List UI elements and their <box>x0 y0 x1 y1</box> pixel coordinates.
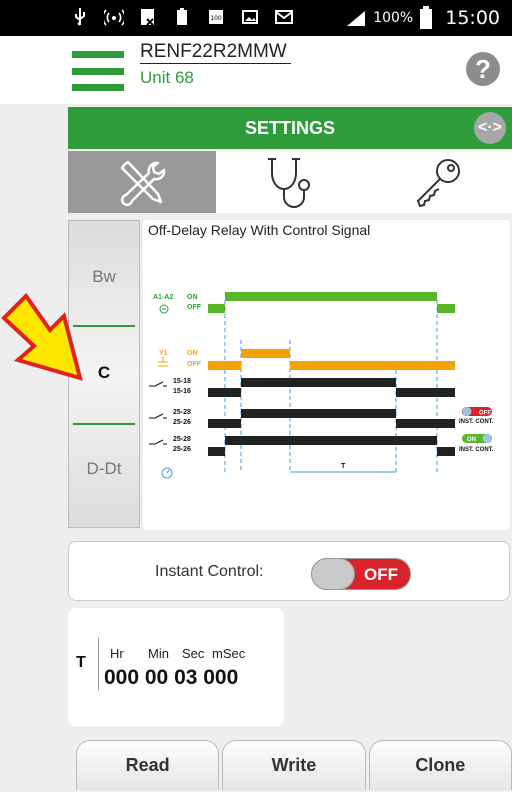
tools-icon <box>120 160 166 207</box>
inst-cont-on-badge: ON INST. CONT. <box>459 434 494 453</box>
usb-icon <box>70 7 90 27</box>
contact-icon <box>149 413 167 419</box>
label-c2-top: 25-28 <box>173 409 191 416</box>
help-button[interactable]: ? <box>466 52 500 86</box>
mode-bw[interactable]: Bw <box>69 267 139 287</box>
unit-min: Min <box>148 646 169 661</box>
clock: 15:00 <box>445 7 500 29</box>
label-y1-on: ON <box>187 350 198 357</box>
pointer-arrow-icon <box>1 292 83 381</box>
timer-clock-icon <box>161 467 173 479</box>
svg-text:T: T <box>341 463 346 470</box>
label-c1-top: 15-18 <box>173 378 191 385</box>
read-button[interactable]: Read <box>76 740 220 790</box>
label-a1a2-off: OFF <box>187 304 202 311</box>
label-y1-off: OFF <box>187 361 202 368</box>
label-a1a2: A1-A2 <box>153 294 173 301</box>
tab-security[interactable] <box>364 151 512 213</box>
instant-control-toggle[interactable]: OFF <box>311 558 411 590</box>
timer-label: T <box>76 654 86 671</box>
signal-icon <box>347 11 366 26</box>
sim-icon <box>138 7 158 27</box>
timer-card[interactable]: T Hr Min Sec mSec 000 00 03 000 <box>68 608 284 726</box>
timing-diagram: Off-Delay Relay With Control Signal A1-A… <box>143 220 510 530</box>
settings-title: SETTINGS <box>244 118 335 138</box>
label-y1: Y1 <box>159 350 168 357</box>
svg-text:OFF: OFF <box>479 411 491 417</box>
tab-settings[interactable] <box>68 151 216 213</box>
tab-diagnostics[interactable] <box>216 151 364 213</box>
time-dimension: T <box>290 463 396 473</box>
label-a1a2-on: ON <box>187 294 198 301</box>
instant-control-label: Instant Control: <box>155 563 264 580</box>
timer-value[interactable]: 000 00 03 000 <box>104 666 238 690</box>
unit-sec: Sec <box>182 646 205 661</box>
timer-divider <box>98 638 99 690</box>
menu-icon[interactable] <box>72 51 124 91</box>
inst-cont-off-badge: OFF INST. CONT. <box>459 407 494 425</box>
app-header: RENF22R2MMW Unit 68 ? <box>0 36 512 104</box>
label-c2-bot: 25-26 <box>173 419 191 426</box>
mode-divider <box>73 423 135 425</box>
timer-units: Hr Min Sec mSec <box>110 646 245 661</box>
svg-text:100: 100 <box>210 15 222 22</box>
label-c3-top: 25-28 <box>173 436 191 443</box>
label-c1-bot: 15-16 <box>173 388 191 395</box>
toggle-state: OFF <box>364 565 398 584</box>
battery-small-icon <box>172 7 192 27</box>
status-right: 100% 15:00 <box>345 6 500 30</box>
a1a2-icon <box>159 304 169 314</box>
battery-icon <box>420 6 433 29</box>
mode-d-dt[interactable]: D-Dt <box>69 459 139 479</box>
label-c3-bot: 25-26 <box>173 446 191 453</box>
stethoscope-icon <box>268 158 310 209</box>
svg-text:INST. CONT.: INST. CONT. <box>459 419 494 425</box>
device-unit: Unit 68 <box>140 68 194 87</box>
instant-control-panel: Instant Control: OFF <box>68 541 510 601</box>
svg-text:ON: ON <box>467 437 476 443</box>
contact-icon <box>149 439 167 445</box>
y1-icon <box>158 357 168 367</box>
battery-percent: 100% <box>373 10 414 26</box>
hotspot-icon <box>104 7 124 27</box>
key-icon <box>416 159 460 208</box>
storage-icon: 100 <box>206 7 226 27</box>
tab-bar <box>68 151 512 213</box>
image-icon <box>240 7 260 27</box>
toggle-knob <box>311 558 355 590</box>
svg-text:INST. CONT.: INST. CONT. <box>459 447 494 453</box>
gmail-icon <box>274 7 294 27</box>
action-buttons: Read Write Clone <box>76 740 512 790</box>
status-icons: 100 <box>70 7 294 27</box>
status-bar: 100 100% 15:00 <box>0 0 512 36</box>
settings-bar: SETTINGS <·> <box>68 107 512 149</box>
swap-icon[interactable]: <·> <box>474 112 506 144</box>
contact-icon <box>149 381 167 387</box>
clone-button[interactable]: Clone <box>368 740 512 790</box>
unit-msec: mSec <box>212 646 246 661</box>
timing-chart: A1-A2 ON OFF Y1 ON OFF 15-18 15-16 25-28… <box>149 292 494 479</box>
write-button[interactable]: Write <box>222 740 366 790</box>
device-name: RENF22R2MMW <box>140 41 291 64</box>
unit-hr: Hr <box>110 646 124 661</box>
